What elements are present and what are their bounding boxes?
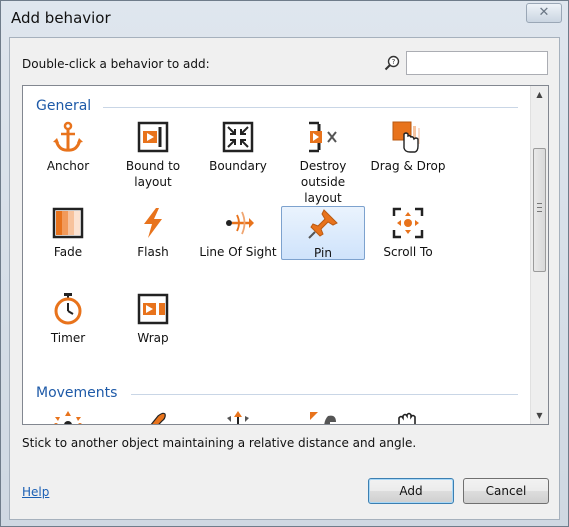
behavior-item-anchor[interactable]: Anchor xyxy=(26,120,110,174)
destroy-outside-layout-icon xyxy=(309,121,337,153)
behavior-label: Timer xyxy=(50,331,86,345)
behavior-item-wrap[interactable]: Wrap xyxy=(111,292,195,346)
pin-icon xyxy=(308,209,338,239)
wrap-icon xyxy=(137,293,169,325)
behavior-label: Line Of Sight xyxy=(199,245,277,259)
line-of-sight-icon xyxy=(226,211,254,235)
behavior-item-fade[interactable]: Fade xyxy=(26,206,110,260)
scroll-up-arrow-icon[interactable]: ▲ xyxy=(531,86,548,103)
eight-direction-icon xyxy=(54,411,82,424)
behavior-item-flash[interactable]: Flash xyxy=(111,206,195,260)
group-heading-general: General xyxy=(36,98,92,114)
behavior-label: Pin xyxy=(314,246,332,260)
svg-text:?: ? xyxy=(392,58,396,66)
group-divider xyxy=(103,107,518,108)
behavior-item-boundary[interactable]: Boundary xyxy=(196,120,280,174)
drag-drop-icon xyxy=(392,121,420,153)
boundary-icon xyxy=(222,121,254,153)
dialog-body: Double-click a behavior to add: ? Genera… xyxy=(9,37,560,520)
behavior-item-destroy-outside-layout[interactable]: Destroy outside layout xyxy=(281,120,365,206)
search-input[interactable] xyxy=(406,51,548,75)
scroll-down-arrow-icon[interactable]: ▼ xyxy=(531,407,548,424)
behavior-label: Fade xyxy=(53,245,83,259)
behavior-label: Wrap xyxy=(137,331,169,345)
search-icon: ? xyxy=(384,55,400,71)
add-behavior-dialog: Add behavior ✕ Double-click a behavior t… xyxy=(0,0,569,527)
behavior-item-drag-drop[interactable]: Drag & Drop xyxy=(366,120,450,174)
behavior-item-scroll-to[interactable]: Scroll To xyxy=(366,206,450,260)
behavior-label: Boundary xyxy=(209,159,267,173)
add-button[interactable]: Add xyxy=(368,478,454,504)
group-heading-movements: Movements xyxy=(36,385,118,401)
drag-hand-icon xyxy=(398,412,416,424)
bound-to-layout-icon xyxy=(137,121,169,153)
behavior-label: Drag & Drop xyxy=(370,159,446,173)
scroll-to-icon xyxy=(392,207,424,239)
vertical-scrollbar[interactable]: ▲ ▼ xyxy=(530,86,548,424)
title-bar[interactable]: Add behavior ✕ xyxy=(1,1,568,35)
bullet-icon xyxy=(150,412,166,424)
grip-icon xyxy=(537,203,542,212)
close-button[interactable]: ✕ xyxy=(526,3,562,23)
instruction-label: Double-click a behavior to add: xyxy=(22,57,210,71)
behavior-item-timer[interactable]: Timer xyxy=(26,292,110,346)
behavior-label: Bound to layout xyxy=(125,159,181,189)
custom-movement-icon xyxy=(310,412,336,424)
behavior-item-pin[interactable]: Pin xyxy=(281,206,365,260)
behavior-list: General Anchor Bound to layout Boundary … xyxy=(22,85,549,425)
behavior-item-line-of-sight[interactable]: Line Of Sight xyxy=(196,206,280,260)
behavior-label: Scroll To xyxy=(383,245,433,259)
anchor-icon xyxy=(53,121,83,152)
behavior-label: Destroy outside layout xyxy=(299,159,347,205)
behavior-description: Stick to another object maintaining a re… xyxy=(22,436,417,450)
car-icon xyxy=(227,411,249,424)
cancel-button[interactable]: Cancel xyxy=(463,478,549,504)
window-title: Add behavior xyxy=(11,9,111,27)
scroll-thumb[interactable] xyxy=(533,148,546,272)
behavior-label: Anchor xyxy=(46,159,90,173)
fade-icon xyxy=(52,207,84,239)
help-link[interactable]: Help xyxy=(22,485,49,499)
flash-icon xyxy=(144,208,162,238)
behavior-label: Flash xyxy=(137,245,169,259)
group-divider xyxy=(131,394,518,395)
timer-icon xyxy=(54,293,82,325)
behavior-item-bound-to-layout[interactable]: Bound to layout xyxy=(111,120,195,190)
